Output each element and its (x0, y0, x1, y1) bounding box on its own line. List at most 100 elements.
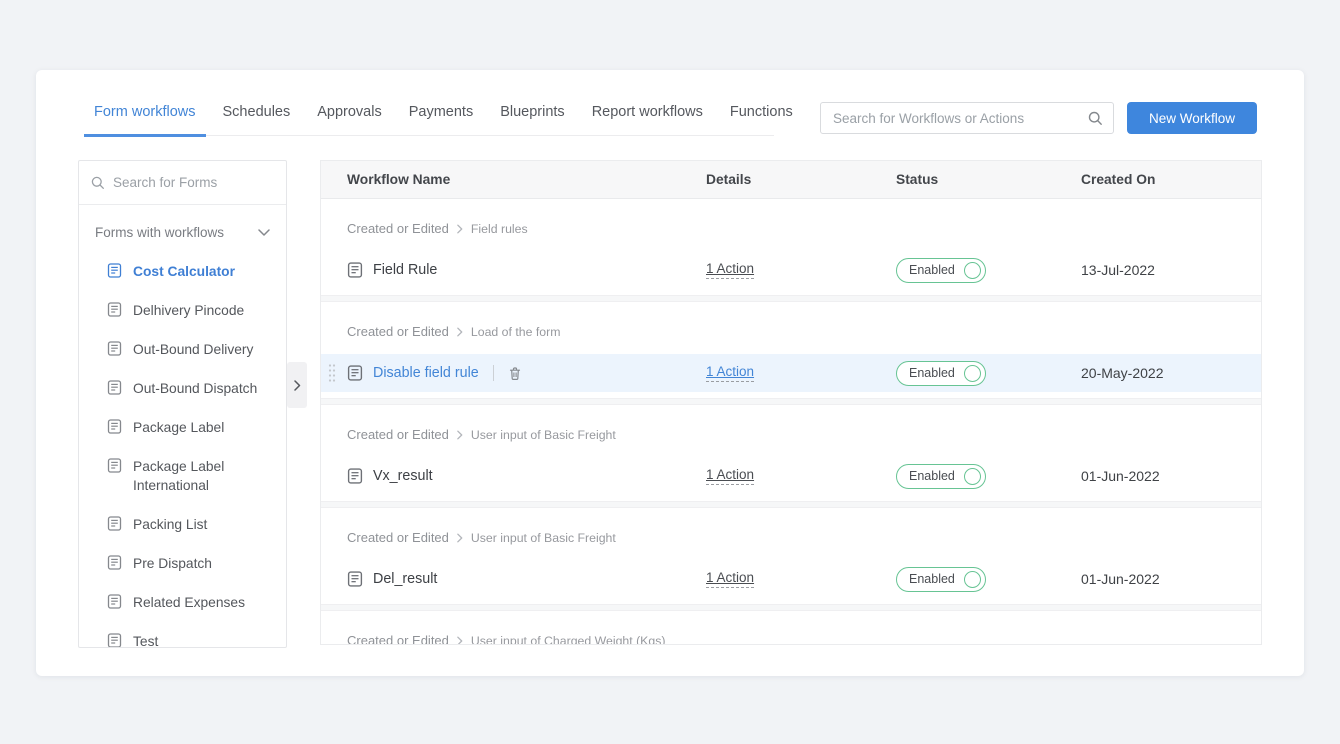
forms-filter-label: Forms with workflows (95, 225, 224, 240)
workflow-icon (347, 571, 363, 587)
form-item-label: Packing List (133, 515, 207, 534)
form-item-label: Out-Bound Delivery (133, 340, 253, 359)
status-toggle[interactable]: Enabled (896, 361, 986, 386)
action-count-link[interactable]: 1 Action (706, 364, 754, 382)
status-toggle[interactable]: Enabled (896, 464, 986, 489)
form-item-label: Out-Bound Dispatch (133, 379, 257, 398)
workflow-group: Created or Edited Field rules Field Rule… (321, 199, 1261, 295)
breadcrumb-target: User input of Basic Freight (471, 531, 616, 545)
chevron-down-icon (258, 228, 270, 237)
breadcrumb: Created or Edited User input of Basic Fr… (321, 427, 1261, 442)
breadcrumb-event: Created or Edited (347, 530, 449, 545)
toggle-knob (964, 262, 981, 279)
workflow-group: Created or Edited User input of Basic Fr… (321, 405, 1261, 501)
tab-form-workflows[interactable]: Form workflows (84, 98, 206, 137)
breadcrumb-event: Created or Edited (347, 324, 449, 339)
tab-functions[interactable]: Functions (720, 98, 803, 135)
col-workflow-name: Workflow Name (321, 172, 706, 187)
toggle-knob (964, 571, 981, 588)
workflow-name[interactable]: Field Rule (373, 262, 437, 278)
tab-blueprints[interactable]: Blueprints (490, 98, 574, 135)
drag-handle-icon[interactable] (328, 364, 336, 383)
tab-report-workflows[interactable]: Report workflows (582, 98, 713, 135)
sidebar-item-test[interactable]: Test (79, 622, 286, 648)
form-item-label: Test (133, 632, 158, 648)
breadcrumb: Created or Edited Load of the form (321, 324, 1261, 339)
sidebar-item-pre-dispatch[interactable]: Pre Dispatch (79, 544, 286, 583)
search-icon[interactable] (1088, 111, 1103, 126)
form-icon (107, 458, 122, 473)
chevron-right-icon (294, 380, 301, 391)
status-toggle[interactable]: Enabled (896, 567, 986, 592)
breadcrumb: Created or Edited User input of Charged … (321, 633, 1261, 645)
sidebar-item-delhivery-pincode[interactable]: Delhivery Pincode (79, 291, 286, 330)
form-item-label: Package Label (133, 418, 224, 437)
forms-search (79, 161, 286, 205)
workflow-group: Created or Edited Load of the form Disab… (321, 302, 1261, 398)
table-row[interactable]: Del_result 1 Action Enabled 01-Jun-2022 (321, 560, 1261, 598)
breadcrumb-target: Load of the form (471, 325, 561, 339)
table-row-selected[interactable]: Disable field rule 1 Action Enabled 20-M… (321, 354, 1261, 392)
status-label: Enabled (909, 263, 955, 277)
main-panel: Form workflows Schedules Approvals Payme… (36, 70, 1304, 676)
tab-payments[interactable]: Payments (399, 98, 483, 135)
sidebar-item-packing-list[interactable]: Packing List (79, 505, 286, 544)
form-icon (107, 263, 122, 278)
created-on-date: 13-Jul-2022 (1081, 262, 1261, 278)
forms-sidebar: Forms with workflows Cost Calculator Del… (78, 160, 287, 648)
breadcrumb-target: User input of Charged Weight (Kgs) (471, 634, 666, 646)
breadcrumb-target: Field rules (471, 222, 528, 236)
form-item-label: Delhivery Pincode (133, 301, 244, 320)
workflow-tabs: Form workflows Schedules Approvals Payme… (84, 98, 774, 136)
workflow-search-input[interactable] (821, 111, 1088, 126)
form-icon (107, 594, 122, 609)
table-header: Workflow Name Details Status Created On (321, 161, 1261, 199)
toggle-knob (964, 365, 981, 382)
form-item-label: Related Expenses (133, 593, 245, 612)
status-toggle[interactable]: Enabled (896, 258, 986, 283)
forms-search-input[interactable] (113, 175, 287, 190)
chevron-right-icon (457, 327, 463, 337)
workflow-name[interactable]: Vx_result (373, 468, 433, 484)
forms-filter-dropdown[interactable]: Forms with workflows (79, 205, 286, 246)
sidebar-item-out-bound-dispatch[interactable]: Out-Bound Dispatch (79, 369, 286, 408)
col-created-on: Created On (1081, 172, 1261, 187)
status-label: Enabled (909, 572, 955, 586)
form-item-label: Cost Calculator (133, 262, 235, 281)
workflow-name[interactable]: Disable field rule (373, 365, 479, 381)
breadcrumb-event: Created or Edited (347, 221, 449, 236)
breadcrumb: Created or Edited Field rules (321, 221, 1261, 236)
sidebar-item-cost-calculator[interactable]: Cost Calculator (79, 252, 286, 291)
divider (493, 365, 494, 381)
table-row[interactable]: Vx_result 1 Action Enabled 01-Jun-2022 (321, 457, 1261, 495)
created-on-date: 01-Jun-2022 (1081, 468, 1261, 484)
tab-schedules[interactable]: Schedules (213, 98, 301, 135)
workflow-name[interactable]: Del_result (373, 571, 437, 587)
workflow-icon (347, 262, 363, 278)
workflow-group: Created or Edited User input of Charged … (321, 611, 1261, 645)
breadcrumb-event: Created or Edited (347, 633, 449, 645)
tab-approvals[interactable]: Approvals (307, 98, 391, 135)
form-icon (107, 380, 122, 395)
group-separator (321, 295, 1261, 302)
trash-icon (508, 366, 522, 381)
sidebar-item-package-label[interactable]: Package Label (79, 408, 286, 447)
forms-list: Cost Calculator Delhivery Pincode Out-Bo… (79, 246, 286, 648)
sidebar-item-out-bound-delivery[interactable]: Out-Bound Delivery (79, 330, 286, 369)
action-count-link[interactable]: 1 Action (706, 467, 754, 485)
sidebar-item-related-expenses[interactable]: Related Expenses (79, 583, 286, 622)
search-icon (91, 176, 105, 190)
new-workflow-button[interactable]: New Workflow (1127, 102, 1257, 134)
action-count-link[interactable]: 1 Action (706, 261, 754, 279)
sidebar-item-package-label-international[interactable]: Package Label International (79, 447, 264, 505)
created-on-date: 01-Jun-2022 (1081, 571, 1261, 587)
delete-workflow-button[interactable] (508, 366, 522, 381)
form-icon (107, 633, 122, 648)
sidebar-expand-handle[interactable] (287, 362, 307, 408)
status-label: Enabled (909, 366, 955, 380)
form-icon (107, 555, 122, 570)
workflow-icon (347, 468, 363, 484)
action-count-link[interactable]: 1 Action (706, 570, 754, 588)
chevron-right-icon (457, 224, 463, 234)
table-row[interactable]: Field Rule 1 Action Enabled 13-Jul-2022 (321, 251, 1261, 289)
